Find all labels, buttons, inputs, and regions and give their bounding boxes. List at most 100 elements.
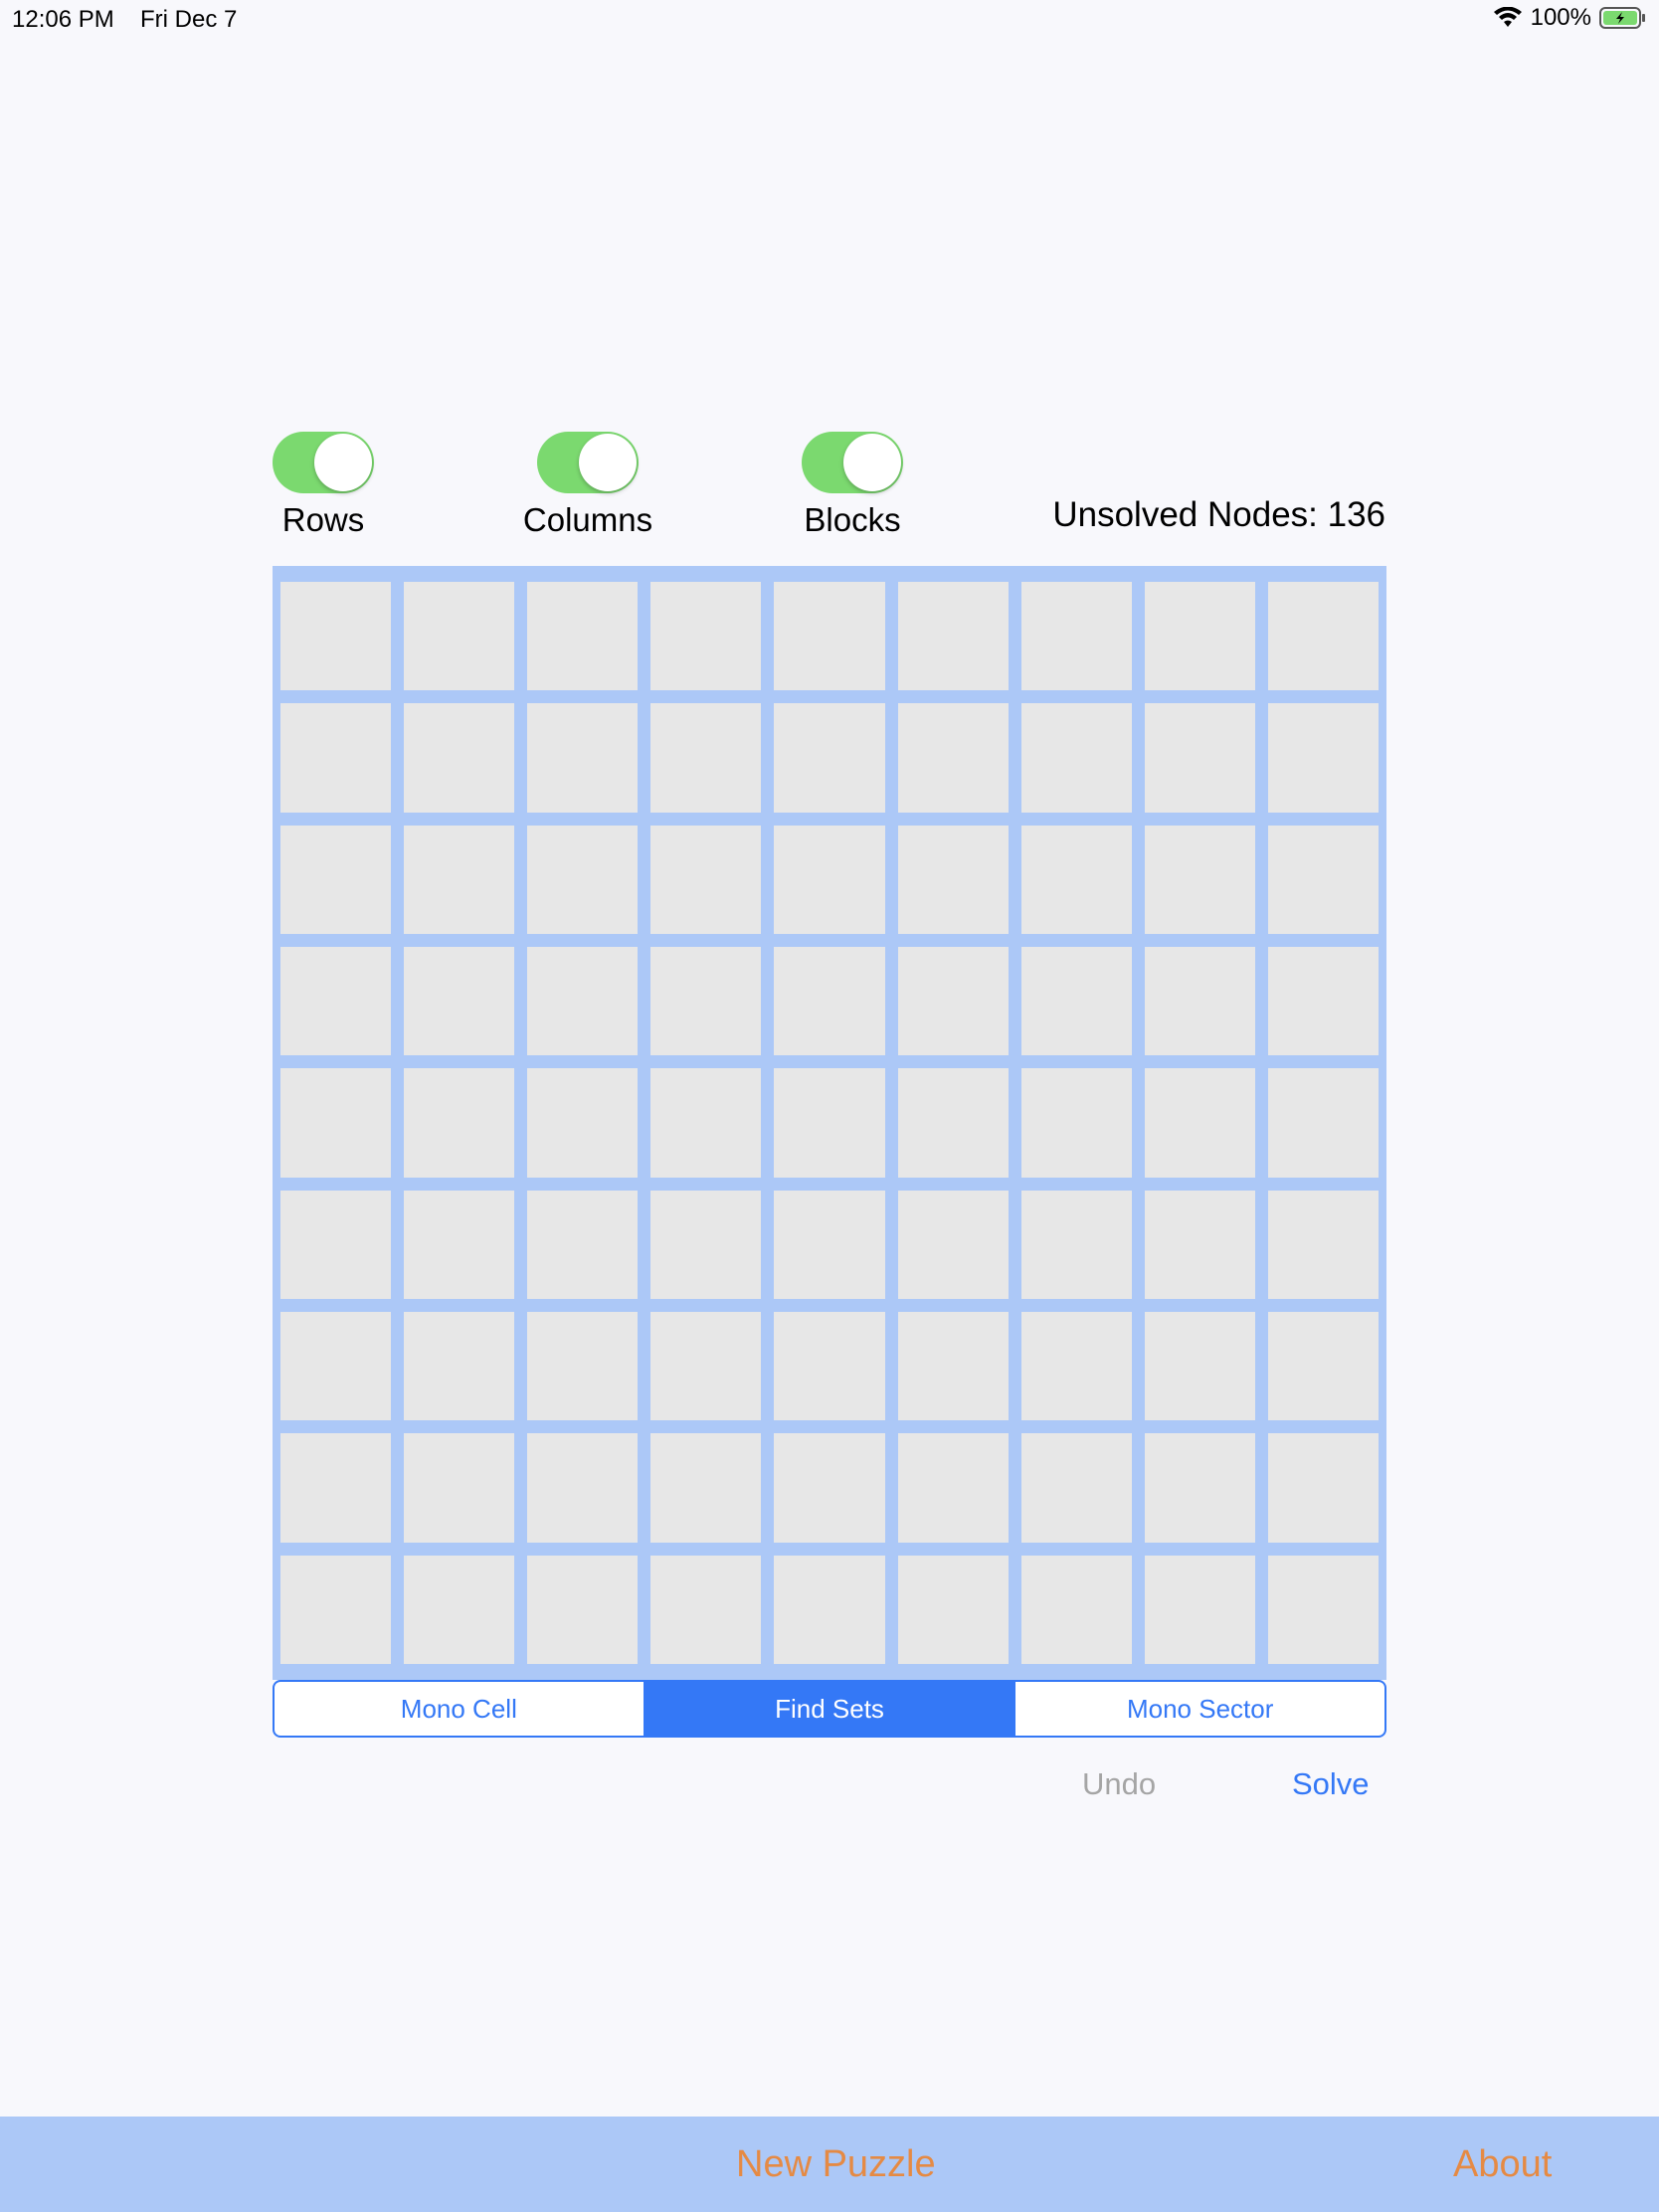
grid-cell[interactable] [774, 1555, 885, 1664]
status-date: Fri Dec 7 [140, 6, 238, 33]
grid-cell[interactable] [404, 1433, 515, 1543]
grid-cell[interactable] [650, 1068, 762, 1178]
grid-cell[interactable] [1144, 1068, 1255, 1178]
segment-mono-sector[interactable]: Mono Sector [1014, 1682, 1384, 1736]
grid-cell[interactable] [774, 1190, 885, 1299]
grid-cell[interactable] [897, 703, 1009, 813]
grid-cell[interactable] [650, 1190, 762, 1299]
grid-cell[interactable] [897, 1068, 1009, 1178]
grid-cell[interactable] [280, 1190, 392, 1299]
grid-cell[interactable] [1020, 947, 1132, 1056]
grid-cell[interactable] [280, 947, 392, 1056]
grid-cell[interactable] [404, 1312, 515, 1421]
grid-cell[interactable] [404, 947, 515, 1056]
grid-cell[interactable] [650, 1433, 762, 1543]
toggle-knob [579, 434, 637, 491]
new-puzzle-button[interactable]: New Puzzle [736, 2143, 936, 2186]
grid-cell[interactable] [650, 582, 762, 691]
grid-cell[interactable] [1267, 1555, 1379, 1664]
grid-cell[interactable] [1144, 703, 1255, 813]
grid-cell[interactable] [1020, 1312, 1132, 1421]
grid-cell[interactable] [774, 1312, 885, 1421]
grid-cell[interactable] [1020, 703, 1132, 813]
grid-cell[interactable] [527, 947, 639, 1056]
grid-cell[interactable] [650, 947, 762, 1056]
grid-cell[interactable] [527, 703, 639, 813]
grid-cell[interactable] [1144, 1433, 1255, 1543]
grid-cell[interactable] [280, 1068, 392, 1178]
grid-cell[interactable] [527, 825, 639, 934]
grid-cell[interactable] [774, 1068, 885, 1178]
grid-cell[interactable] [897, 1433, 1009, 1543]
grid-cell[interactable] [1020, 1068, 1132, 1178]
grid-cell[interactable] [404, 1190, 515, 1299]
grid-cell[interactable] [1020, 1555, 1132, 1664]
grid-cell[interactable] [774, 582, 885, 691]
grid-cell[interactable] [1144, 582, 1255, 691]
grid-cell[interactable] [1144, 825, 1255, 934]
grid-cell[interactable] [1144, 1555, 1255, 1664]
solve-button[interactable]: Solve [1292, 1766, 1370, 1802]
grid-cell[interactable] [404, 703, 515, 813]
grid-cell[interactable] [650, 825, 762, 934]
grid-cell[interactable] [650, 1312, 762, 1421]
columns-toggle[interactable] [537, 432, 639, 493]
grid-cell[interactable] [1144, 947, 1255, 1056]
grid-cell[interactable] [280, 825, 392, 934]
grid-cell[interactable] [650, 1555, 762, 1664]
grid-cell[interactable] [1020, 582, 1132, 691]
grid-cell[interactable] [404, 825, 515, 934]
grid-cell[interactable] [280, 582, 392, 691]
undo-button[interactable]: Undo [1082, 1766, 1156, 1802]
rows-toggle[interactable] [273, 432, 374, 493]
grid-cell[interactable] [280, 1312, 392, 1421]
grid-cell[interactable] [527, 1190, 639, 1299]
grid-cell[interactable] [897, 582, 1009, 691]
grid-cell[interactable] [774, 703, 885, 813]
grid-cell[interactable] [1020, 1190, 1132, 1299]
grid-cell[interactable] [1267, 1312, 1379, 1421]
grid-cell[interactable] [650, 703, 762, 813]
toggle-knob [843, 434, 901, 491]
rows-label: Rows [281, 501, 365, 538]
grid-cell[interactable] [774, 947, 885, 1056]
grid-cell[interactable] [1267, 1190, 1379, 1299]
grid-cell[interactable] [404, 582, 515, 691]
grid-cell[interactable] [527, 1555, 639, 1664]
grid-cell[interactable] [280, 1555, 392, 1664]
segment-mono-cell[interactable]: Mono Cell [275, 1682, 644, 1736]
grid-cell[interactable] [404, 1555, 515, 1664]
grid-cell[interactable] [897, 1190, 1009, 1299]
grid-cell[interactable] [897, 947, 1009, 1056]
segment-find-sets[interactable]: Find Sets [643, 1682, 1014, 1736]
grid-cell[interactable] [527, 1433, 639, 1543]
about-button[interactable]: About [1453, 2143, 1552, 2186]
grid-cell[interactable] [1020, 825, 1132, 934]
grid-cell[interactable] [404, 1068, 515, 1178]
grid-cell[interactable] [1267, 1068, 1379, 1178]
grid-cell[interactable] [527, 1312, 639, 1421]
grid-cell[interactable] [1267, 703, 1379, 813]
grid-cell[interactable] [1267, 825, 1379, 934]
grid-cell[interactable] [1144, 1190, 1255, 1299]
battery-icon [1599, 6, 1647, 30]
blocks-toggle[interactable] [802, 432, 903, 493]
grid-cell[interactable] [897, 1555, 1009, 1664]
grid-cell[interactable] [897, 825, 1009, 934]
grid-cell[interactable] [1020, 1433, 1132, 1543]
grid-cell[interactable] [1267, 1433, 1379, 1543]
grid-cell[interactable] [774, 825, 885, 934]
grid-cell[interactable] [280, 1433, 392, 1543]
grid-cell[interactable] [1267, 947, 1379, 1056]
grid-cell[interactable] [897, 1312, 1009, 1421]
grid-cell[interactable] [527, 1068, 639, 1178]
grid-cell[interactable] [1144, 1312, 1255, 1421]
grid-cell[interactable] [527, 582, 639, 691]
grid-cell[interactable] [774, 1433, 885, 1543]
blocks-toggle-group: Blocks [773, 432, 932, 539]
blocks-label: Blocks [804, 501, 901, 538]
grid-cell[interactable] [1267, 582, 1379, 691]
toggle-knob [314, 434, 372, 491]
status-indicators: 100% [1493, 4, 1647, 32]
grid-cell[interactable] [280, 703, 392, 813]
